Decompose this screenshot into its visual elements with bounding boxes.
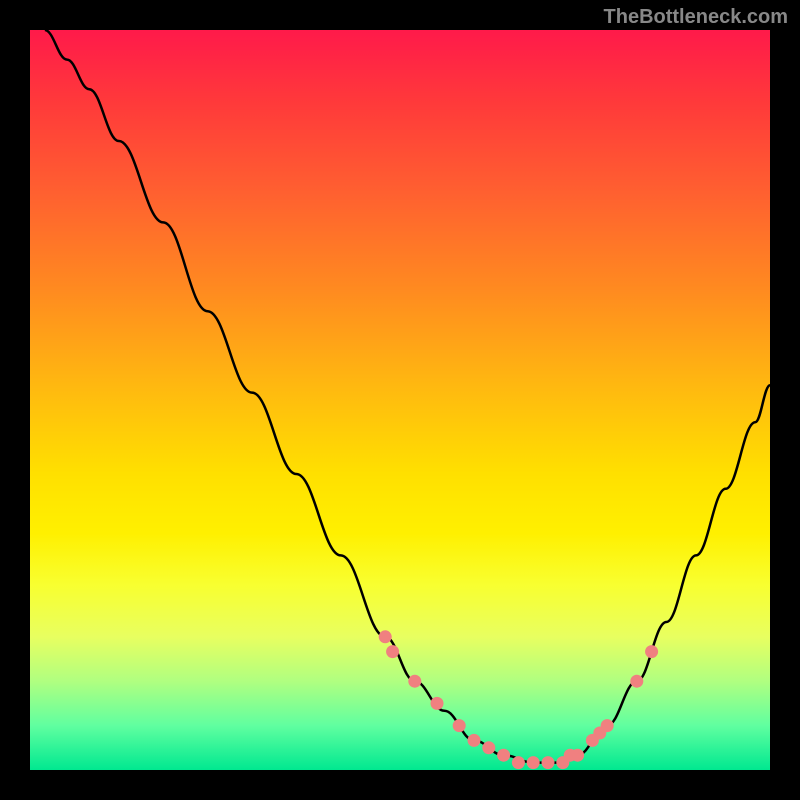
chart-svg (30, 30, 770, 770)
chart-plot-area (30, 30, 770, 770)
data-marker (482, 741, 495, 754)
data-marker (431, 697, 444, 710)
bottleneck-curve (45, 30, 770, 763)
data-marker (571, 749, 584, 762)
data-marker (601, 719, 614, 732)
data-marker (497, 749, 510, 762)
data-marker (379, 630, 392, 643)
data-marker (386, 645, 399, 658)
data-marker (468, 734, 481, 747)
data-marker (408, 675, 421, 688)
data-marker (527, 756, 540, 769)
data-marker (512, 756, 525, 769)
data-marker (453, 719, 466, 732)
watermark-text: TheBottleneck.com (604, 6, 788, 29)
data-marker (542, 756, 555, 769)
data-marker (630, 675, 643, 688)
data-markers (379, 630, 658, 769)
data-marker (645, 645, 658, 658)
